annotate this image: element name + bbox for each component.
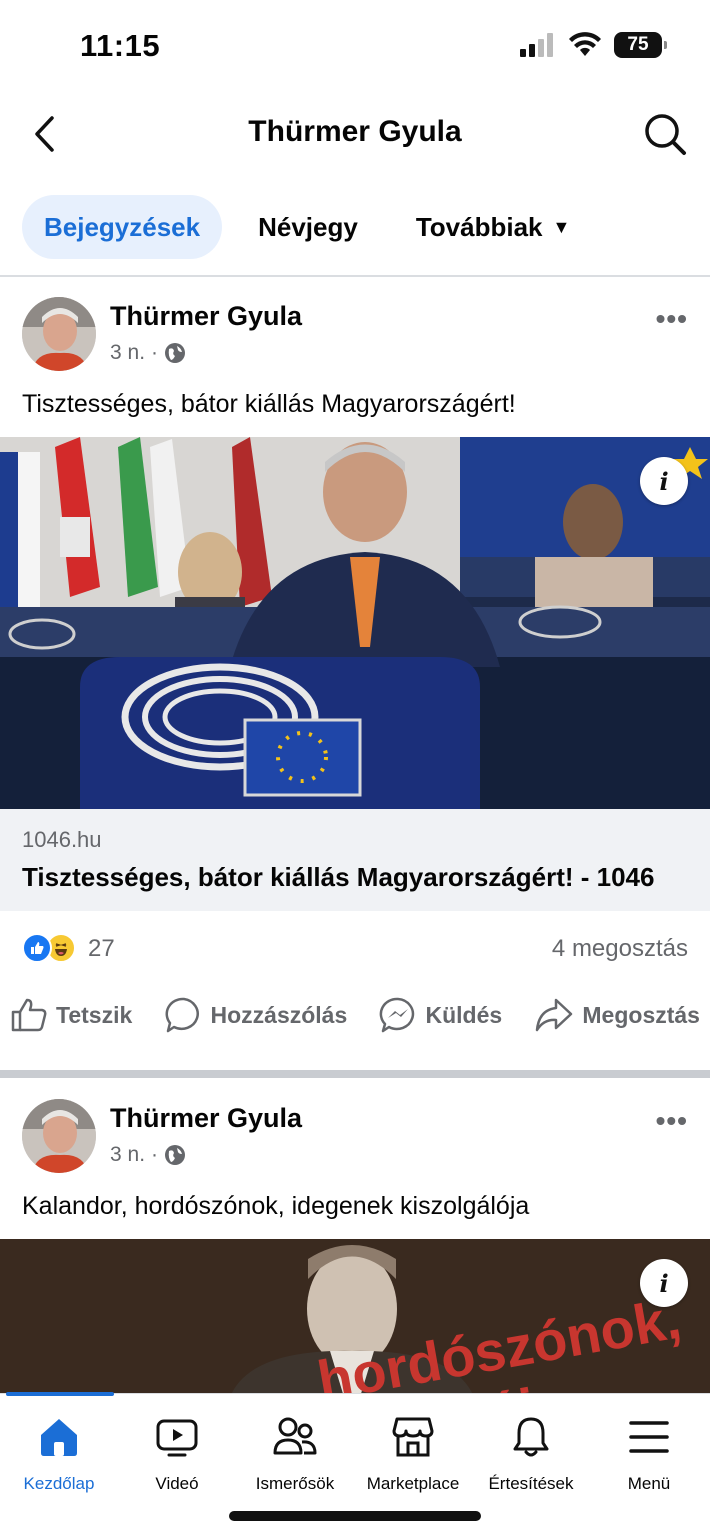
comment-label: Hozzászólás xyxy=(210,1001,348,1028)
nav-label: Marketplace xyxy=(366,1474,460,1493)
menu-icon xyxy=(629,1421,669,1453)
post-text: Tisztességes, bátor kiállás Magyarország… xyxy=(22,390,516,418)
divider xyxy=(0,275,710,277)
home-indicator[interactable] xyxy=(229,1511,481,1521)
avatar[interactable] xyxy=(22,297,96,371)
globe-icon xyxy=(165,1145,186,1165)
post: Thürmer Gyula 3 n. · ••• Kalandor, hordó… xyxy=(0,1099,710,1397)
link-domain: 1046.hu xyxy=(22,827,102,852)
post-image[interactable]: i xyxy=(0,437,710,809)
nav-label: Ismerősök xyxy=(255,1474,335,1493)
messenger-icon xyxy=(380,997,415,1033)
post-meta: 3 n. · xyxy=(110,341,186,365)
video-icon xyxy=(156,1419,198,1457)
link-preview[interactable]: 1046.hu Tisztességes, bátor kiállás Magy… xyxy=(0,809,710,911)
home-icon xyxy=(41,1419,77,1456)
share-label: Megosztás xyxy=(582,1001,700,1028)
nav-label: Menü xyxy=(627,1474,671,1493)
avatar-image xyxy=(22,1099,96,1173)
nav-notifications[interactable]: Értesítések xyxy=(472,1414,590,1494)
comment-icon xyxy=(165,997,199,1033)
search-icon xyxy=(645,114,686,155)
status-time: 11:15 xyxy=(80,28,161,63)
page-header: Thürmer Gyula xyxy=(0,95,710,175)
post-actions: Tetszik Hozzászólás Küldés Megosztás xyxy=(0,981,710,1049)
post-separator xyxy=(0,1070,710,1078)
post-author[interactable]: Thürmer Gyula xyxy=(110,301,302,332)
avatar-image xyxy=(22,297,96,371)
nav-label: Kezdőlap xyxy=(23,1474,95,1493)
post-header: Thürmer Gyula 3 n. · ••• xyxy=(0,1099,710,1179)
post-photo: hordószónok, lója xyxy=(0,1239,710,1397)
comment-button[interactable]: Hozzászólás xyxy=(165,996,348,1034)
nav-label: Videó xyxy=(155,1474,199,1493)
reaction-count[interactable]: 27 xyxy=(88,935,115,963)
status-bar: 11:15 75 xyxy=(0,0,710,95)
page-title: Thürmer Gyula xyxy=(248,115,462,148)
share-button[interactable]: Megosztás xyxy=(534,997,700,1033)
post-time[interactable]: 3 n. xyxy=(110,341,145,365)
tab-about[interactable]: Névjegy xyxy=(236,195,380,259)
active-tab-indicator xyxy=(6,1392,114,1396)
globe-icon xyxy=(165,343,186,363)
info-icon[interactable]: i xyxy=(640,457,688,505)
battery-icon: 75 xyxy=(614,32,667,58)
tab-more[interactable]: Továbbiak ▼ xyxy=(394,195,593,259)
post-text: Kalandor, hordószónok, idegenek kiszolgá… xyxy=(22,1192,530,1220)
like-button[interactable]: Tetszik xyxy=(10,997,132,1033)
post: Thürmer Gyula 3 n. · ••• Tisztességes, b… xyxy=(0,297,710,1049)
like-reaction-icon xyxy=(22,933,52,963)
more-options-button[interactable]: ••• xyxy=(656,1105,688,1137)
avatar[interactable] xyxy=(22,1099,96,1173)
link-title: Tisztességes, bátor kiállás Magyarország… xyxy=(22,862,655,892)
tab-label: Továbbiak xyxy=(415,211,543,242)
nav-marketplace[interactable]: Marketplace xyxy=(354,1414,472,1494)
share-arrow-icon xyxy=(536,998,573,1032)
send-label: Küldés xyxy=(425,1001,503,1028)
tab-posts[interactable]: Bejegyzések xyxy=(22,195,223,259)
meta-dot: · xyxy=(151,341,159,364)
wifi-icon xyxy=(569,32,601,56)
nav-friends[interactable]: Ismerősök xyxy=(236,1414,354,1494)
post-author[interactable]: Thürmer Gyula xyxy=(110,1103,302,1134)
post-header: Thürmer Gyula 3 n. · ••• xyxy=(0,297,710,377)
post-photo xyxy=(0,437,710,809)
nav-home[interactable]: Kezdőlap xyxy=(0,1414,118,1494)
post-time[interactable]: 3 n. xyxy=(110,1143,145,1167)
caret-down-icon: ▼ xyxy=(552,216,571,237)
reaction-icons[interactable] xyxy=(22,933,76,963)
more-options-button[interactable]: ••• xyxy=(656,303,688,335)
status-icons: 75 xyxy=(520,32,667,58)
nav-menu[interactable]: Menü xyxy=(590,1414,708,1494)
tab-label: Névjegy xyxy=(258,211,358,242)
like-label: Tetszik xyxy=(56,1001,133,1028)
nav-video[interactable]: Videó xyxy=(118,1414,236,1494)
reactions-summary: 27 4 megosztás xyxy=(0,911,710,981)
search-button[interactable] xyxy=(640,109,690,159)
info-icon[interactable]: i xyxy=(640,1259,688,1307)
bell-icon xyxy=(513,1417,549,1457)
profile-tabs: Bejegyzések Névjegy Továbbiak ▼ xyxy=(22,195,688,259)
post-meta: 3 n. · xyxy=(110,1143,186,1167)
friends-icon xyxy=(273,1417,317,1455)
marketplace-icon xyxy=(392,1417,434,1457)
share-count[interactable]: 4 megosztás xyxy=(552,935,688,963)
meta-dot: · xyxy=(151,1143,159,1166)
thumbs-up-icon xyxy=(11,998,47,1032)
send-button[interactable]: Küldés xyxy=(379,996,502,1034)
cellular-signal-icon xyxy=(520,33,553,57)
nav-label: Értesítések xyxy=(488,1474,574,1493)
post-image[interactable]: hordószónok, lója i xyxy=(0,1239,710,1397)
tab-label: Bejegyzések xyxy=(44,211,201,242)
